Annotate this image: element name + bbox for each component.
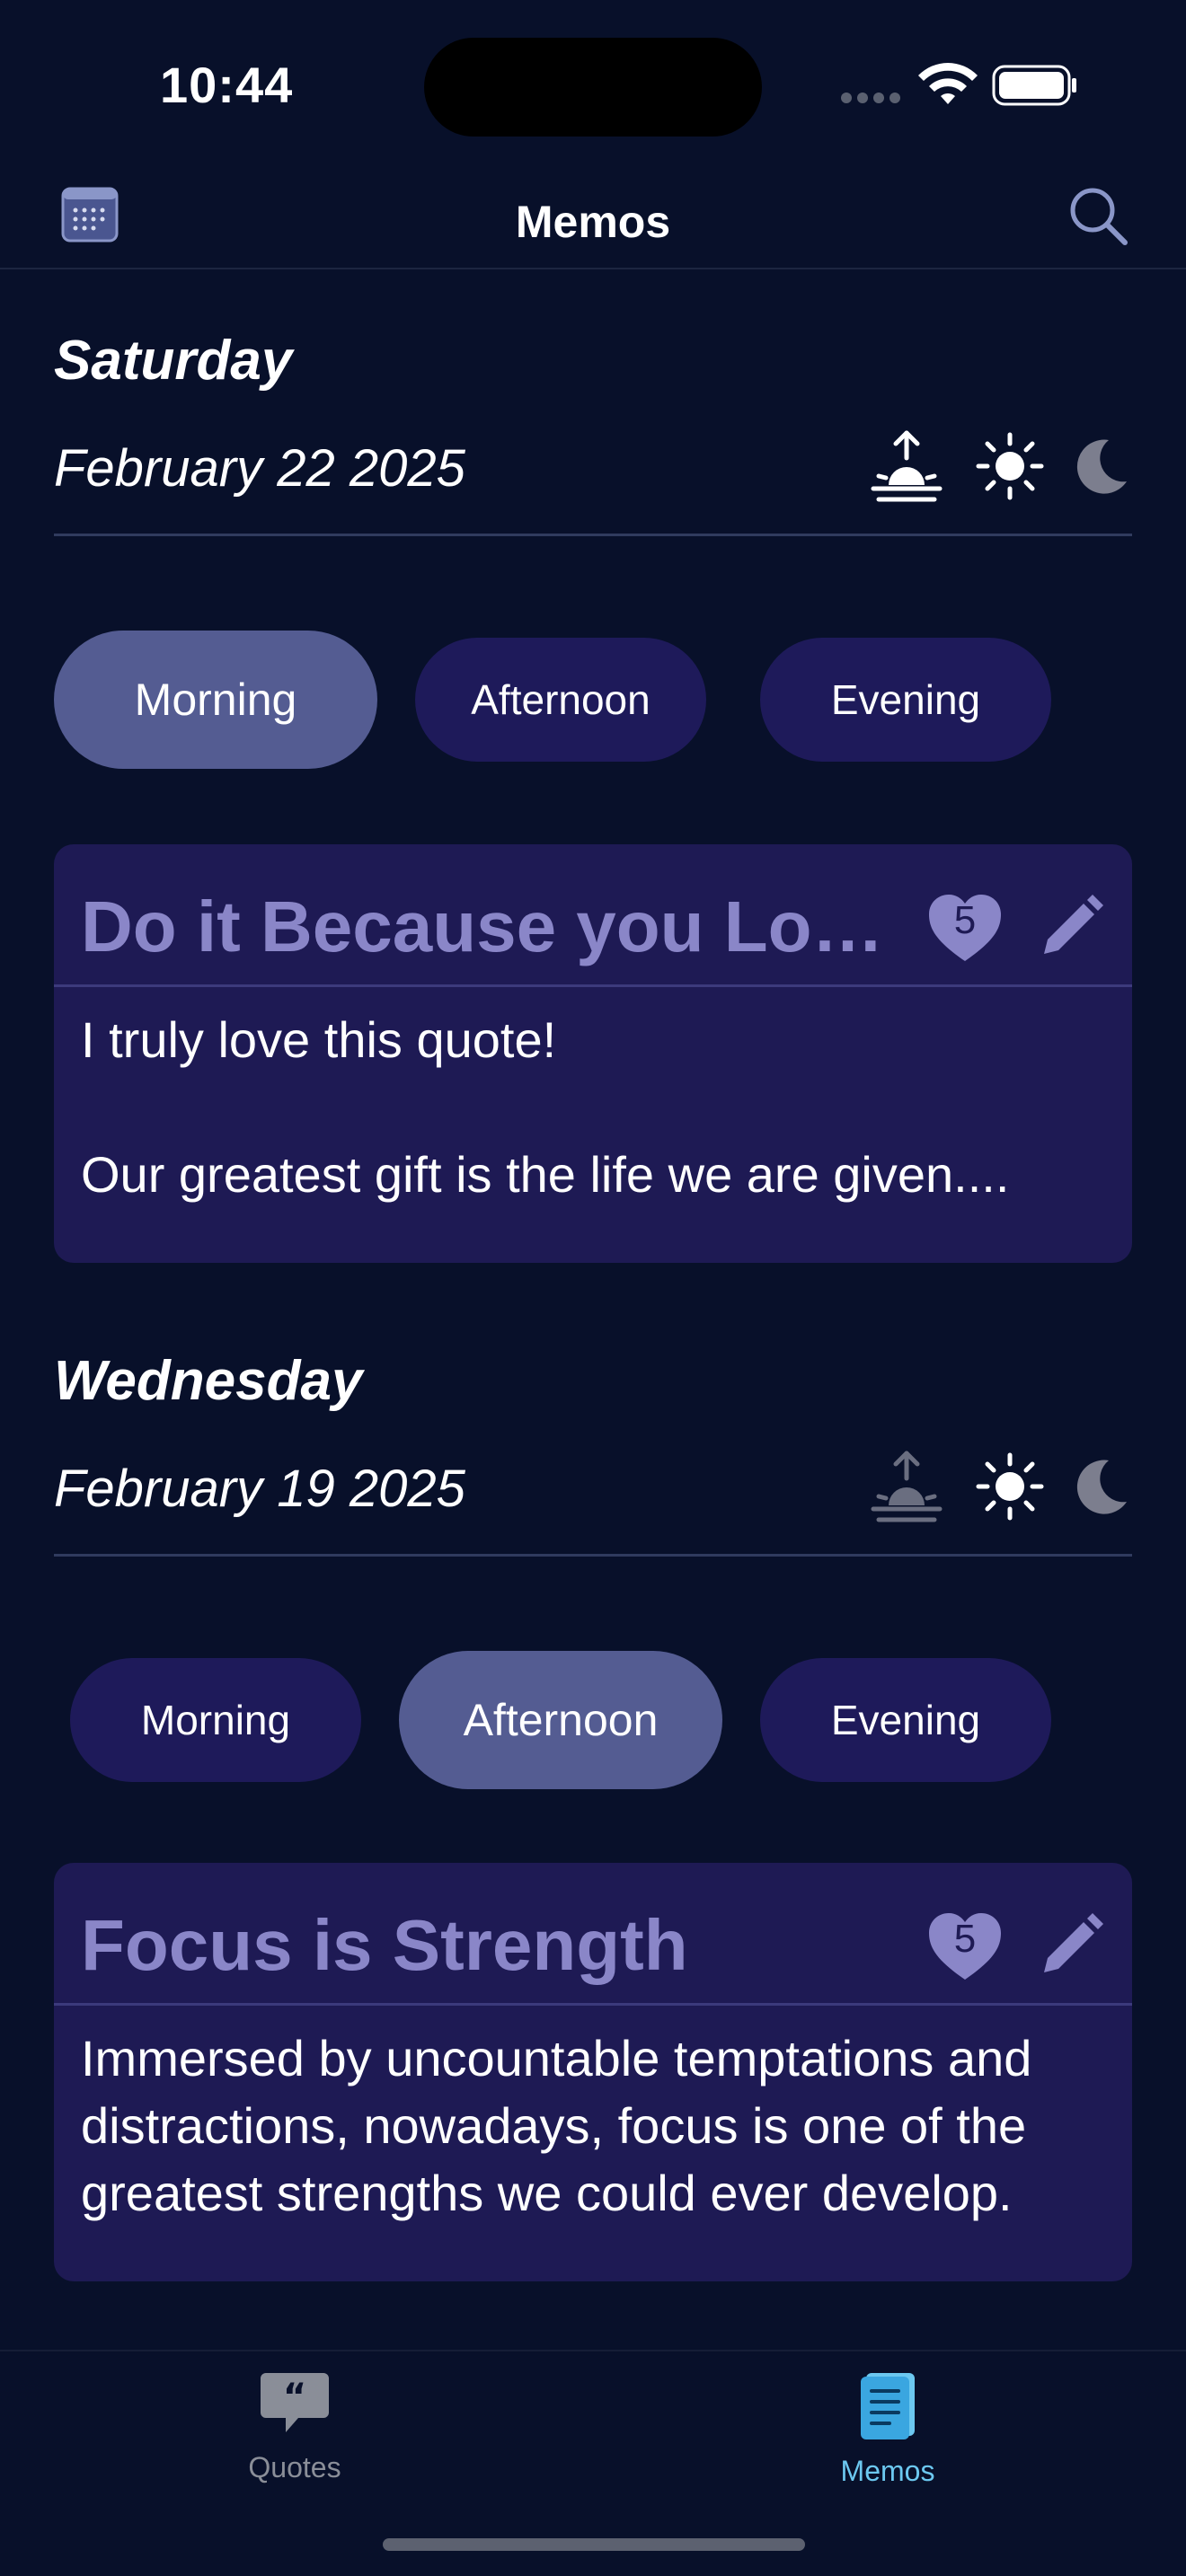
period-tab-afternoon[interactable]: Afternoon <box>399 1651 722 1789</box>
day-name: Saturday <box>54 330 293 392</box>
memo-body: I truly love this quote! Our greatest gi… <box>81 1011 1010 1203</box>
battery-icon <box>992 65 1076 106</box>
day-date: February 22 2025 <box>54 439 465 498</box>
memo-card[interactable]: Focus is Strength 5 Immersed by uncounta… <box>54 1863 1132 2281</box>
period-tab-morning[interactable]: Morning <box>54 631 377 769</box>
sun-icon <box>976 432 1044 500</box>
tab-quotes[interactable]: “ Quotes <box>160 2369 429 2484</box>
search-icon[interactable] <box>1064 181 1132 250</box>
tab-label: Memos <box>840 2455 935 2487</box>
memo-body: Immersed by uncountable temptations and … <box>81 2030 1032 2221</box>
memos-screen: 10:44 Memos Saturday February 22 2025 Mo… <box>0 0 1186 2576</box>
period-indicators <box>866 426 1136 507</box>
wifi-icon <box>918 63 978 104</box>
memo-card[interactable]: Do it Because you Lov... 5 I truly love … <box>54 844 1132 1263</box>
home-indicator[interactable] <box>383 2538 805 2551</box>
sun-icon <box>976 1452 1044 1521</box>
day-name: Wednesday <box>54 1350 363 1412</box>
tab-label: Quotes <box>248 2451 341 2483</box>
cellular-signal-icon <box>841 92 906 108</box>
page-title: Memos <box>515 197 671 247</box>
like-count: 5 <box>953 1917 977 1961</box>
memo-divider <box>54 984 1132 987</box>
memo-book-icon <box>861 2373 915 2439</box>
status-bar: 10:44 <box>0 0 1186 171</box>
day-date: February 19 2025 <box>54 1460 465 1518</box>
pencil-edit-icon[interactable] <box>1035 891 1107 963</box>
period-tab-evening[interactable]: Evening <box>760 1658 1051 1782</box>
quote-bubble-icon: “ <box>261 2373 329 2432</box>
like-count: 5 <box>953 898 977 942</box>
pencil-edit-icon[interactable] <box>1035 1910 1107 1981</box>
divider <box>54 1554 1132 1557</box>
svg-text:“: “ <box>283 2377 306 2418</box>
dynamic-island <box>424 38 762 137</box>
memo-divider <box>54 2003 1132 2006</box>
period-tab-afternoon[interactable]: Afternoon <box>415 638 706 762</box>
moon-icon <box>1076 439 1127 494</box>
divider <box>54 534 1132 536</box>
moon-icon <box>1076 1460 1127 1514</box>
nav-bar: Memos <box>0 171 1186 269</box>
sunrise-icon <box>871 430 943 502</box>
period-indicators <box>866 1446 1136 1527</box>
period-tab-morning[interactable]: Morning <box>70 1658 361 1782</box>
memo-title: Focus is Strength <box>81 1905 688 1985</box>
sunrise-icon <box>871 1451 943 1522</box>
status-time: 10:44 <box>160 57 294 113</box>
tab-memos[interactable]: Memos <box>753 2369 1022 2488</box>
period-tab-evening[interactable]: Evening <box>760 638 1051 762</box>
memo-title: Do it Because you Lov... <box>81 887 890 966</box>
